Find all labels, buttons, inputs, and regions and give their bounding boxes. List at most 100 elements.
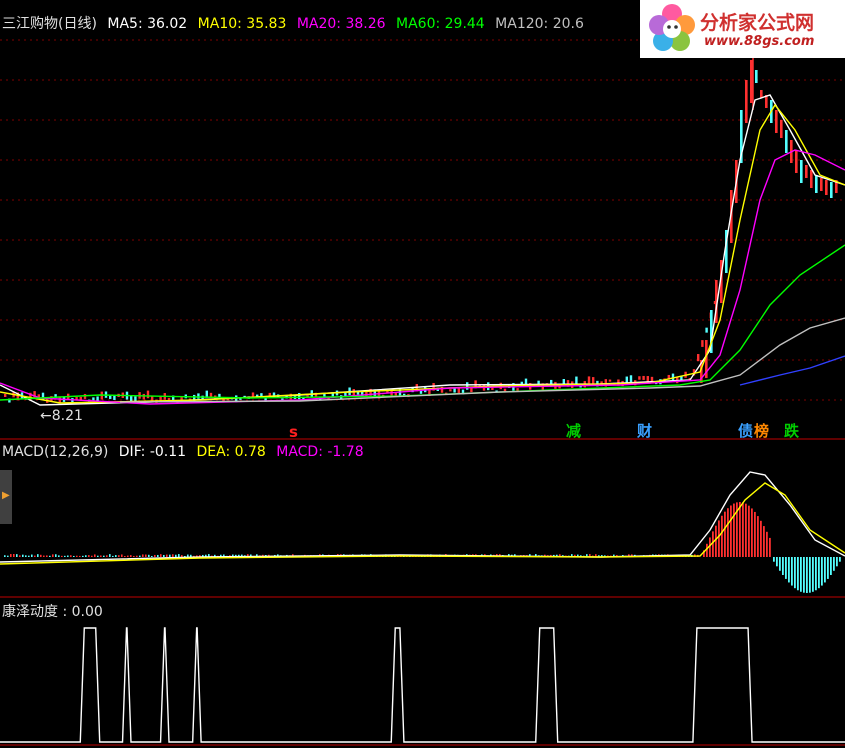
macd-bar — [133, 555, 135, 557]
macd-bar — [97, 555, 99, 557]
macd-bar — [7, 555, 9, 557]
kangze-line — [0, 627, 845, 743]
macd-bar — [712, 531, 714, 557]
candle — [197, 393, 200, 399]
low-marker: ←8.21 — [40, 408, 83, 424]
macd-bar — [181, 555, 183, 557]
macd-bar — [31, 554, 33, 557]
macd-bar — [70, 555, 72, 557]
macd-bar — [37, 554, 39, 557]
macd-bar — [733, 503, 735, 557]
macd-bar — [124, 555, 126, 557]
macd-bar — [13, 554, 15, 557]
macd-bar — [776, 557, 778, 567]
macd-bar — [112, 555, 114, 557]
indicator-header: 康泽动度 : 0.00 — [2, 601, 103, 621]
event-tag[interactable]: 减 — [566, 420, 581, 441]
candle — [642, 375, 645, 380]
macd-bar — [166, 554, 168, 557]
macd-bar — [172, 554, 174, 557]
candle — [113, 395, 116, 400]
macd-bar — [40, 554, 42, 557]
macd-bar — [73, 555, 75, 557]
macd-bar — [25, 555, 27, 557]
candle — [755, 70, 758, 83]
macd-bar — [100, 555, 102, 557]
kangze-series — [0, 627, 845, 743]
event-tag[interactable]: 榜 — [754, 420, 769, 441]
logo-title: 分析家公式网 — [700, 12, 815, 34]
watermark-logo: 分析家公式网 www.88gs.com — [640, 0, 845, 58]
macd-bar — [130, 555, 132, 557]
indicator-value: : 0.00 — [62, 604, 103, 620]
candle — [810, 170, 813, 188]
chart-canvas — [0, 39, 845, 746]
candle — [671, 373, 675, 380]
macd-name: MACD(12,26,9) — [2, 444, 109, 460]
macd-bar — [151, 555, 153, 557]
event-tag[interactable]: s — [289, 423, 298, 441]
macd-bar — [727, 508, 729, 557]
candle — [805, 165, 808, 178]
macd-bar — [797, 557, 799, 591]
macd-bar — [127, 555, 129, 557]
macd-bar — [748, 505, 750, 557]
dif-label: DIF: -0.11 — [118, 444, 187, 460]
macd-bar — [85, 555, 87, 557]
event-tag[interactable]: 财 — [637, 420, 652, 441]
candle — [780, 120, 783, 138]
macd-bar — [154, 554, 156, 557]
ma5-line — [0, 94, 845, 406]
macd-bar — [175, 554, 177, 557]
candle — [701, 340, 704, 347]
macd-series — [0, 471, 845, 593]
candle — [745, 80, 748, 123]
candle — [587, 376, 591, 384]
candle — [562, 379, 565, 384]
macd-bar — [16, 554, 18, 557]
candle — [785, 130, 788, 153]
candle — [750, 60, 753, 103]
candle — [4, 394, 7, 397]
macd-bar — [22, 554, 24, 557]
candle — [142, 393, 145, 400]
macd-bar — [785, 557, 787, 579]
macd-bar — [52, 554, 54, 557]
candle — [575, 376, 578, 384]
macd-bar — [809, 557, 811, 593]
candle — [697, 354, 700, 362]
macd-label: MACD: -1.78 — [276, 444, 364, 460]
macd-bar — [791, 557, 793, 586]
macd-bar — [160, 554, 162, 557]
macd-bar — [49, 555, 51, 557]
macd-bar — [751, 508, 753, 557]
macd-bar — [803, 557, 805, 593]
panel-expand-handle[interactable]: ▶ — [0, 470, 12, 524]
candle — [180, 397, 183, 400]
macd-bar — [43, 555, 45, 557]
candle — [800, 160, 803, 183]
candle — [775, 110, 778, 133]
candle — [815, 175, 818, 193]
candle — [96, 396, 99, 401]
macd-bar — [773, 557, 775, 562]
macd-bar — [836, 557, 838, 567]
candle — [830, 182, 833, 198]
macd-bar — [169, 554, 171, 557]
macd-bar — [10, 554, 12, 557]
macd-bar — [76, 555, 78, 557]
candle — [92, 397, 95, 401]
macd-bar — [812, 557, 814, 592]
triangle-right-icon: ▶ — [2, 490, 10, 501]
macd-bar — [64, 555, 66, 557]
macd-bar — [19, 555, 21, 557]
macd-bar — [145, 554, 147, 557]
arrow-left-icon: ← — [40, 408, 52, 424]
macd-bar — [742, 502, 744, 557]
event-tag[interactable]: 跌 — [784, 420, 799, 441]
candle — [820, 178, 823, 191]
macd-bar — [178, 554, 180, 557]
event-tag[interactable]: 债 — [738, 420, 753, 441]
macd-bar — [142, 554, 144, 557]
macd-bar — [779, 557, 781, 571]
